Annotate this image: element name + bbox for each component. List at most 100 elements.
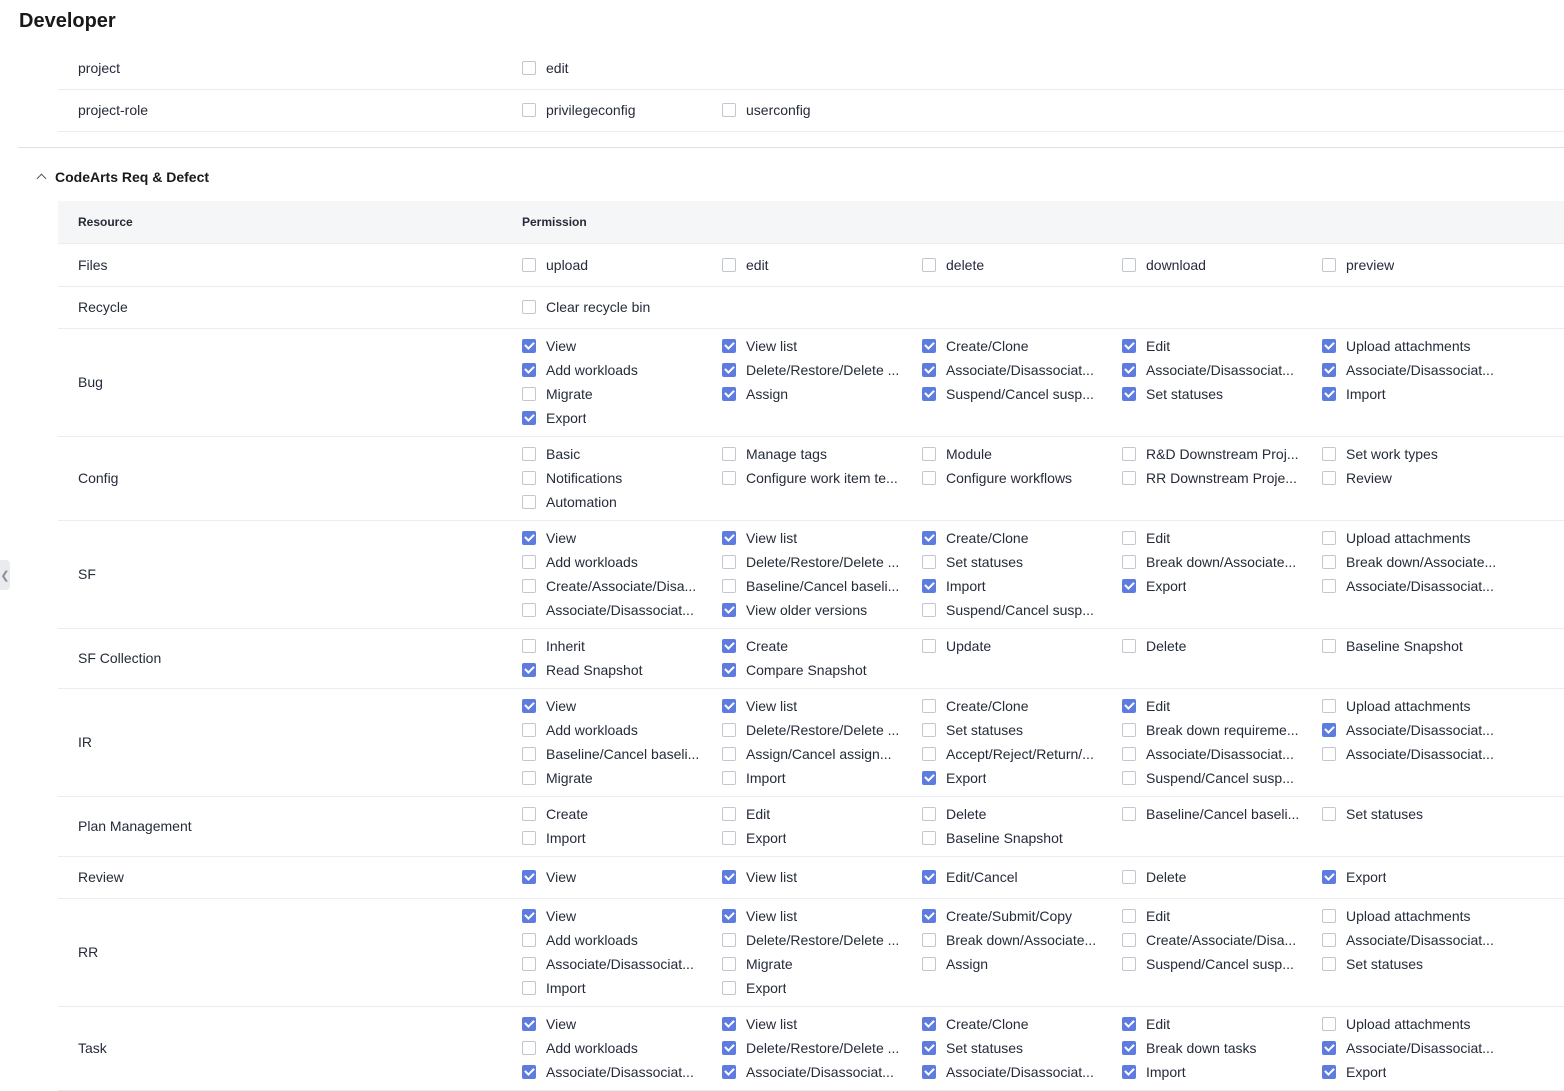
permission-checkbox-import[interactable]: Import [1122, 1060, 1307, 1084]
permission-checkbox-automation[interactable]: Automation [522, 490, 707, 514]
checkbox-unchecked-icon[interactable] [522, 747, 536, 761]
permission-checkbox-view-list[interactable]: View list [722, 904, 907, 928]
permission-checkbox-upload-attachments[interactable]: Upload attachments [1322, 1012, 1507, 1036]
permission-checkbox-view-list[interactable]: View list [722, 1012, 907, 1036]
permission-checkbox-delete-restore-delete[interactable]: Delete/Restore/Delete ... [722, 1036, 907, 1060]
permission-checkbox-review[interactable]: Review [1322, 466, 1507, 490]
checkbox-unchecked-icon[interactable] [522, 61, 536, 75]
checkbox-unchecked-icon[interactable] [522, 1041, 536, 1055]
permission-checkbox-set-statuses[interactable]: Set statuses [922, 718, 1107, 742]
permission-checkbox-module[interactable]: Module [922, 442, 1107, 466]
checkbox-checked-icon[interactable] [1122, 339, 1136, 353]
permission-checkbox-suspend-cancel-susp[interactable]: Suspend/Cancel susp... [922, 598, 1107, 622]
permission-checkbox-suspend-cancel-susp[interactable]: Suspend/Cancel susp... [1122, 766, 1307, 790]
checkbox-unchecked-icon[interactable] [1322, 639, 1336, 653]
checkbox-unchecked-icon[interactable] [522, 957, 536, 971]
checkbox-unchecked-icon[interactable] [722, 957, 736, 971]
permission-checkbox-edit[interactable]: Edit [1122, 904, 1307, 928]
permission-checkbox-add-workloads[interactable]: Add workloads [522, 928, 707, 952]
checkbox-unchecked-icon[interactable] [922, 603, 936, 617]
checkbox-checked-icon[interactable] [1322, 387, 1336, 401]
checkbox-unchecked-icon[interactable] [722, 258, 736, 272]
permission-checkbox-configure-workflows[interactable]: Configure workflows [922, 466, 1107, 490]
permission-checkbox-clear-recycle-bin[interactable]: Clear recycle bin [522, 295, 707, 319]
checkbox-unchecked-icon[interactable] [722, 579, 736, 593]
checkbox-checked-icon[interactable] [722, 603, 736, 617]
checkbox-unchecked-icon[interactable] [1122, 723, 1136, 737]
permission-checkbox-migrate[interactable]: Migrate [522, 766, 707, 790]
checkbox-unchecked-icon[interactable] [1322, 1017, 1336, 1031]
checkbox-checked-icon[interactable] [722, 387, 736, 401]
permission-checkbox-break-down-associate[interactable]: Break down/Associate... [1122, 550, 1307, 574]
permission-checkbox-view-list[interactable]: View list [722, 694, 907, 718]
permission-checkbox-break-down-associate[interactable]: Break down/Associate... [1322, 550, 1507, 574]
checkbox-unchecked-icon[interactable] [1322, 555, 1336, 569]
permission-checkbox-baseline-snapshot[interactable]: Baseline Snapshot [1322, 634, 1507, 658]
permission-checkbox-set-statuses[interactable]: Set statuses [1322, 952, 1507, 976]
permission-checkbox-view[interactable]: View [522, 334, 707, 358]
checkbox-unchecked-icon[interactable] [922, 447, 936, 461]
checkbox-unchecked-icon[interactable] [1122, 531, 1136, 545]
permission-checkbox-associate-disassociat[interactable]: Associate/Disassociat... [522, 598, 707, 622]
permission-checkbox-set-statuses[interactable]: Set statuses [1322, 802, 1507, 826]
checkbox-checked-icon[interactable] [722, 870, 736, 884]
permission-checkbox-upload-attachments[interactable]: Upload attachments [1322, 526, 1507, 550]
permission-checkbox-suspend-cancel-susp[interactable]: Suspend/Cancel susp... [922, 382, 1107, 406]
permission-checkbox-view[interactable]: View [522, 694, 707, 718]
permission-checkbox-export[interactable]: Export [1322, 1060, 1507, 1084]
checkbox-checked-icon[interactable] [522, 1017, 536, 1031]
checkbox-checked-icon[interactable] [922, 579, 936, 593]
permission-checkbox-set-work-types[interactable]: Set work types [1322, 442, 1507, 466]
permission-checkbox-create-clone[interactable]: Create/Clone [922, 334, 1107, 358]
permission-checkbox-set-statuses[interactable]: Set statuses [922, 550, 1107, 574]
checkbox-checked-icon[interactable] [922, 339, 936, 353]
checkbox-unchecked-icon[interactable] [522, 555, 536, 569]
checkbox-unchecked-icon[interactable] [922, 555, 936, 569]
permission-checkbox-r-d-downstream-proj[interactable]: R&D Downstream Proj... [1122, 442, 1307, 466]
checkbox-unchecked-icon[interactable] [522, 495, 536, 509]
permission-checkbox-associate-disassociat[interactable]: Associate/Disassociat... [1322, 742, 1507, 766]
checkbox-unchecked-icon[interactable] [1122, 447, 1136, 461]
checkbox-checked-icon[interactable] [1122, 699, 1136, 713]
permission-checkbox-rr-downstream-proje[interactable]: RR Downstream Proje... [1122, 466, 1307, 490]
permission-checkbox-baseline-cancel-baseli[interactable]: Baseline/Cancel baseli... [522, 742, 707, 766]
permission-checkbox-add-workloads[interactable]: Add workloads [522, 550, 707, 574]
permission-checkbox-delete[interactable]: Delete [922, 802, 1107, 826]
checkbox-checked-icon[interactable] [922, 1017, 936, 1031]
checkbox-checked-icon[interactable] [522, 531, 536, 545]
permission-checkbox-create-associate-disa[interactable]: Create/Associate/Disa... [522, 574, 707, 598]
permission-checkbox-assign[interactable]: Assign [722, 382, 907, 406]
checkbox-checked-icon[interactable] [722, 909, 736, 923]
permission-checkbox-export[interactable]: Export [922, 766, 1107, 790]
permission-checkbox-delete[interactable]: Delete [1122, 634, 1307, 658]
permission-checkbox-baseline-cancel-baseli[interactable]: Baseline/Cancel baseli... [722, 574, 907, 598]
checkbox-unchecked-icon[interactable] [522, 447, 536, 461]
permission-checkbox-set-statuses[interactable]: Set statuses [1122, 382, 1307, 406]
checkbox-checked-icon[interactable] [1322, 870, 1336, 884]
permission-checkbox-associate-disassociat[interactable]: Associate/Disassociat... [922, 1060, 1107, 1084]
checkbox-checked-icon[interactable] [522, 363, 536, 377]
permission-checkbox-edit[interactable]: edit [522, 56, 707, 80]
permission-checkbox-break-down-tasks[interactable]: Break down tasks [1122, 1036, 1307, 1060]
checkbox-checked-icon[interactable] [1122, 1041, 1136, 1055]
permission-checkbox-delete-restore-delete[interactable]: Delete/Restore/Delete ... [722, 550, 907, 574]
permission-checkbox-associate-disassociat[interactable]: Associate/Disassociat... [1122, 742, 1307, 766]
permission-checkbox-create[interactable]: Create [722, 634, 907, 658]
permission-checkbox-edit[interactable]: Edit [1122, 334, 1307, 358]
permission-checkbox-create-submit-copy[interactable]: Create/Submit/Copy [922, 904, 1107, 928]
permission-checkbox-edit[interactable]: Edit [1122, 526, 1307, 550]
permission-checkbox-create-clone[interactable]: Create/Clone [922, 526, 1107, 550]
checkbox-unchecked-icon[interactable] [922, 747, 936, 761]
checkbox-unchecked-icon[interactable] [922, 957, 936, 971]
permission-checkbox-import[interactable]: Import [522, 826, 707, 850]
permission-checkbox-edit[interactable]: Edit [722, 802, 907, 826]
checkbox-checked-icon[interactable] [522, 1065, 536, 1079]
permission-checkbox-associate-disassociat[interactable]: Associate/Disassociat... [1322, 1036, 1507, 1060]
checkbox-unchecked-icon[interactable] [722, 555, 736, 569]
section-toggle[interactable]: CodeArts Req & Defect [36, 169, 209, 185]
checkbox-unchecked-icon[interactable] [722, 103, 736, 117]
permission-checkbox-accept-reject-return[interactable]: Accept/Reject/Return/... [922, 742, 1107, 766]
checkbox-checked-icon[interactable] [1322, 339, 1336, 353]
checkbox-unchecked-icon[interactable] [1122, 771, 1136, 785]
permission-checkbox-configure-work-item-te[interactable]: Configure work item te... [722, 466, 907, 490]
